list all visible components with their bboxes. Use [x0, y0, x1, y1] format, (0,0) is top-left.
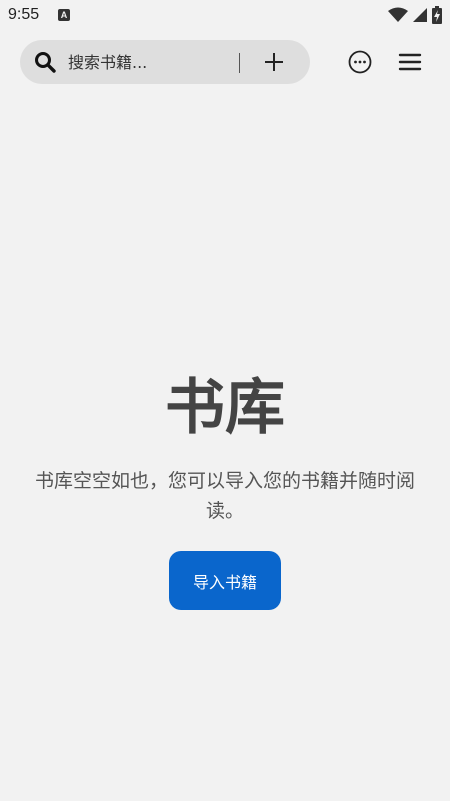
search-icon [35, 52, 56, 73]
status-time: 9:55 [8, 6, 40, 23]
search-bar[interactable] [20, 40, 310, 84]
library-title: 书库 [165, 373, 285, 443]
more-options-button[interactable] [342, 44, 378, 80]
wifi-icon [388, 7, 408, 22]
menu-button[interactable] [392, 44, 428, 80]
status-bar: 9:55 A [0, 0, 450, 30]
notification-app-icon: A [58, 9, 70, 21]
battery-charging-icon [432, 6, 442, 24]
empty-library-message: 书库空空如也，您可以导入您的书籍并随时阅读。 [34, 470, 415, 522]
more-options-icon [348, 50, 372, 74]
add-book-button[interactable] [256, 44, 292, 80]
import-books-button[interactable]: 导入书籍 [169, 551, 281, 610]
hamburger-menu-icon [398, 53, 422, 71]
status-icons [388, 6, 442, 24]
top-bar [20, 40, 430, 84]
plus-icon [265, 53, 283, 71]
search-divider [239, 53, 240, 73]
cellular-signal-icon [413, 8, 427, 22]
search-input[interactable] [68, 48, 228, 76]
